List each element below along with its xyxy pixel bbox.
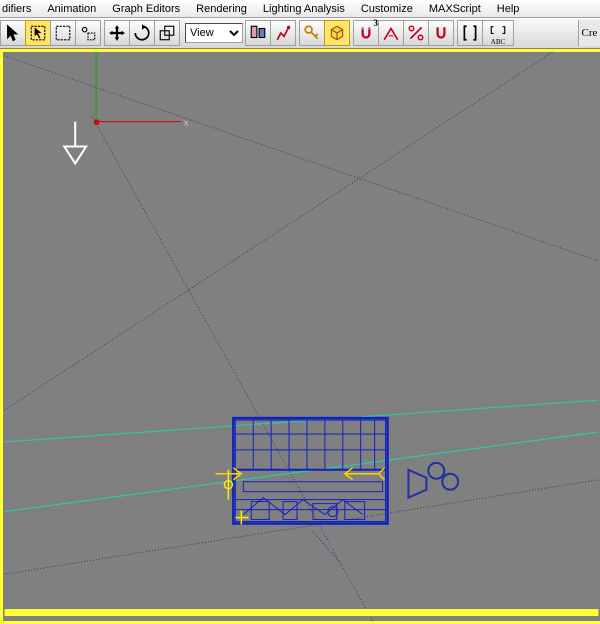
selection-mode-icon (79, 24, 97, 42)
3d-box-icon (328, 24, 346, 42)
rotate-button[interactable] (129, 20, 155, 46)
marquee-icon (54, 24, 72, 42)
construction-plane-edges (3, 52, 598, 621)
percent-icon (407, 24, 425, 42)
menu-bar: difiers Animation Graph Editors Renderin… (0, 0, 600, 18)
menu-modifiers[interactable]: difiers (0, 1, 39, 17)
rotation-gizmo (313, 531, 339, 561)
use-pivot-center-button[interactable] (245, 20, 271, 46)
scale-icon (158, 24, 176, 42)
timebar-edge (5, 609, 599, 616)
menu-maxscript[interactable]: MAXScript (421, 1, 489, 17)
menu-lighting-analysis[interactable]: Lighting Analysis (255, 1, 353, 17)
magnet2-icon (432, 24, 450, 42)
abc-icon: ABC (489, 21, 507, 46)
rotate-icon (133, 24, 151, 42)
viewport[interactable]: x (0, 49, 600, 624)
percent-snap-button[interactable] (403, 20, 429, 46)
selection-region-button[interactable] (50, 20, 76, 46)
scale-button[interactable] (154, 20, 180, 46)
toolbar: View 3 (0, 18, 600, 49)
manipulate-button[interactable] (270, 20, 296, 46)
spinner-snap-button[interactable] (428, 20, 454, 46)
angle-snap-button[interactable] (378, 20, 404, 46)
pivot-icon (249, 24, 267, 42)
select-object-button[interactable] (0, 20, 26, 46)
keyboard-shortcut-override-button[interactable] (299, 20, 325, 46)
magnet-icon (357, 24, 375, 42)
move-icon (108, 24, 126, 42)
cursor-area-icon (29, 24, 47, 42)
menu-graph-editors[interactable]: Graph Editors (104, 1, 188, 17)
down-arrow-gizmo (64, 122, 86, 164)
menu-customize[interactable]: Customize (353, 1, 421, 17)
menu-help[interactable]: Help (489, 1, 528, 17)
menu-rendering[interactable]: Rendering (188, 1, 255, 17)
window-crossing-button[interactable] (75, 20, 101, 46)
named-sel-sets-button[interactable] (457, 20, 483, 46)
reference-coord-select[interactable]: View (185, 23, 243, 43)
menu-animation[interactable]: Animation (39, 1, 104, 17)
angle-snap-icon (382, 24, 400, 42)
manipulate-icon (274, 24, 292, 42)
brackets-icon (461, 24, 479, 42)
cursor-icon (4, 24, 22, 42)
select-by-name-button[interactable] (25, 20, 51, 46)
camera-icon (408, 463, 458, 498)
create-tab[interactable]: Cre (578, 20, 600, 46)
key-icon (303, 24, 321, 42)
snap-toggle-button[interactable]: 3 (353, 20, 379, 46)
viewport-scene: x (3, 52, 600, 621)
move-button[interactable] (104, 20, 130, 46)
abc-button[interactable]: ABC (482, 20, 514, 46)
snaps-toggle-button[interactable] (324, 20, 350, 46)
axis-gizmo: x (94, 52, 189, 129)
